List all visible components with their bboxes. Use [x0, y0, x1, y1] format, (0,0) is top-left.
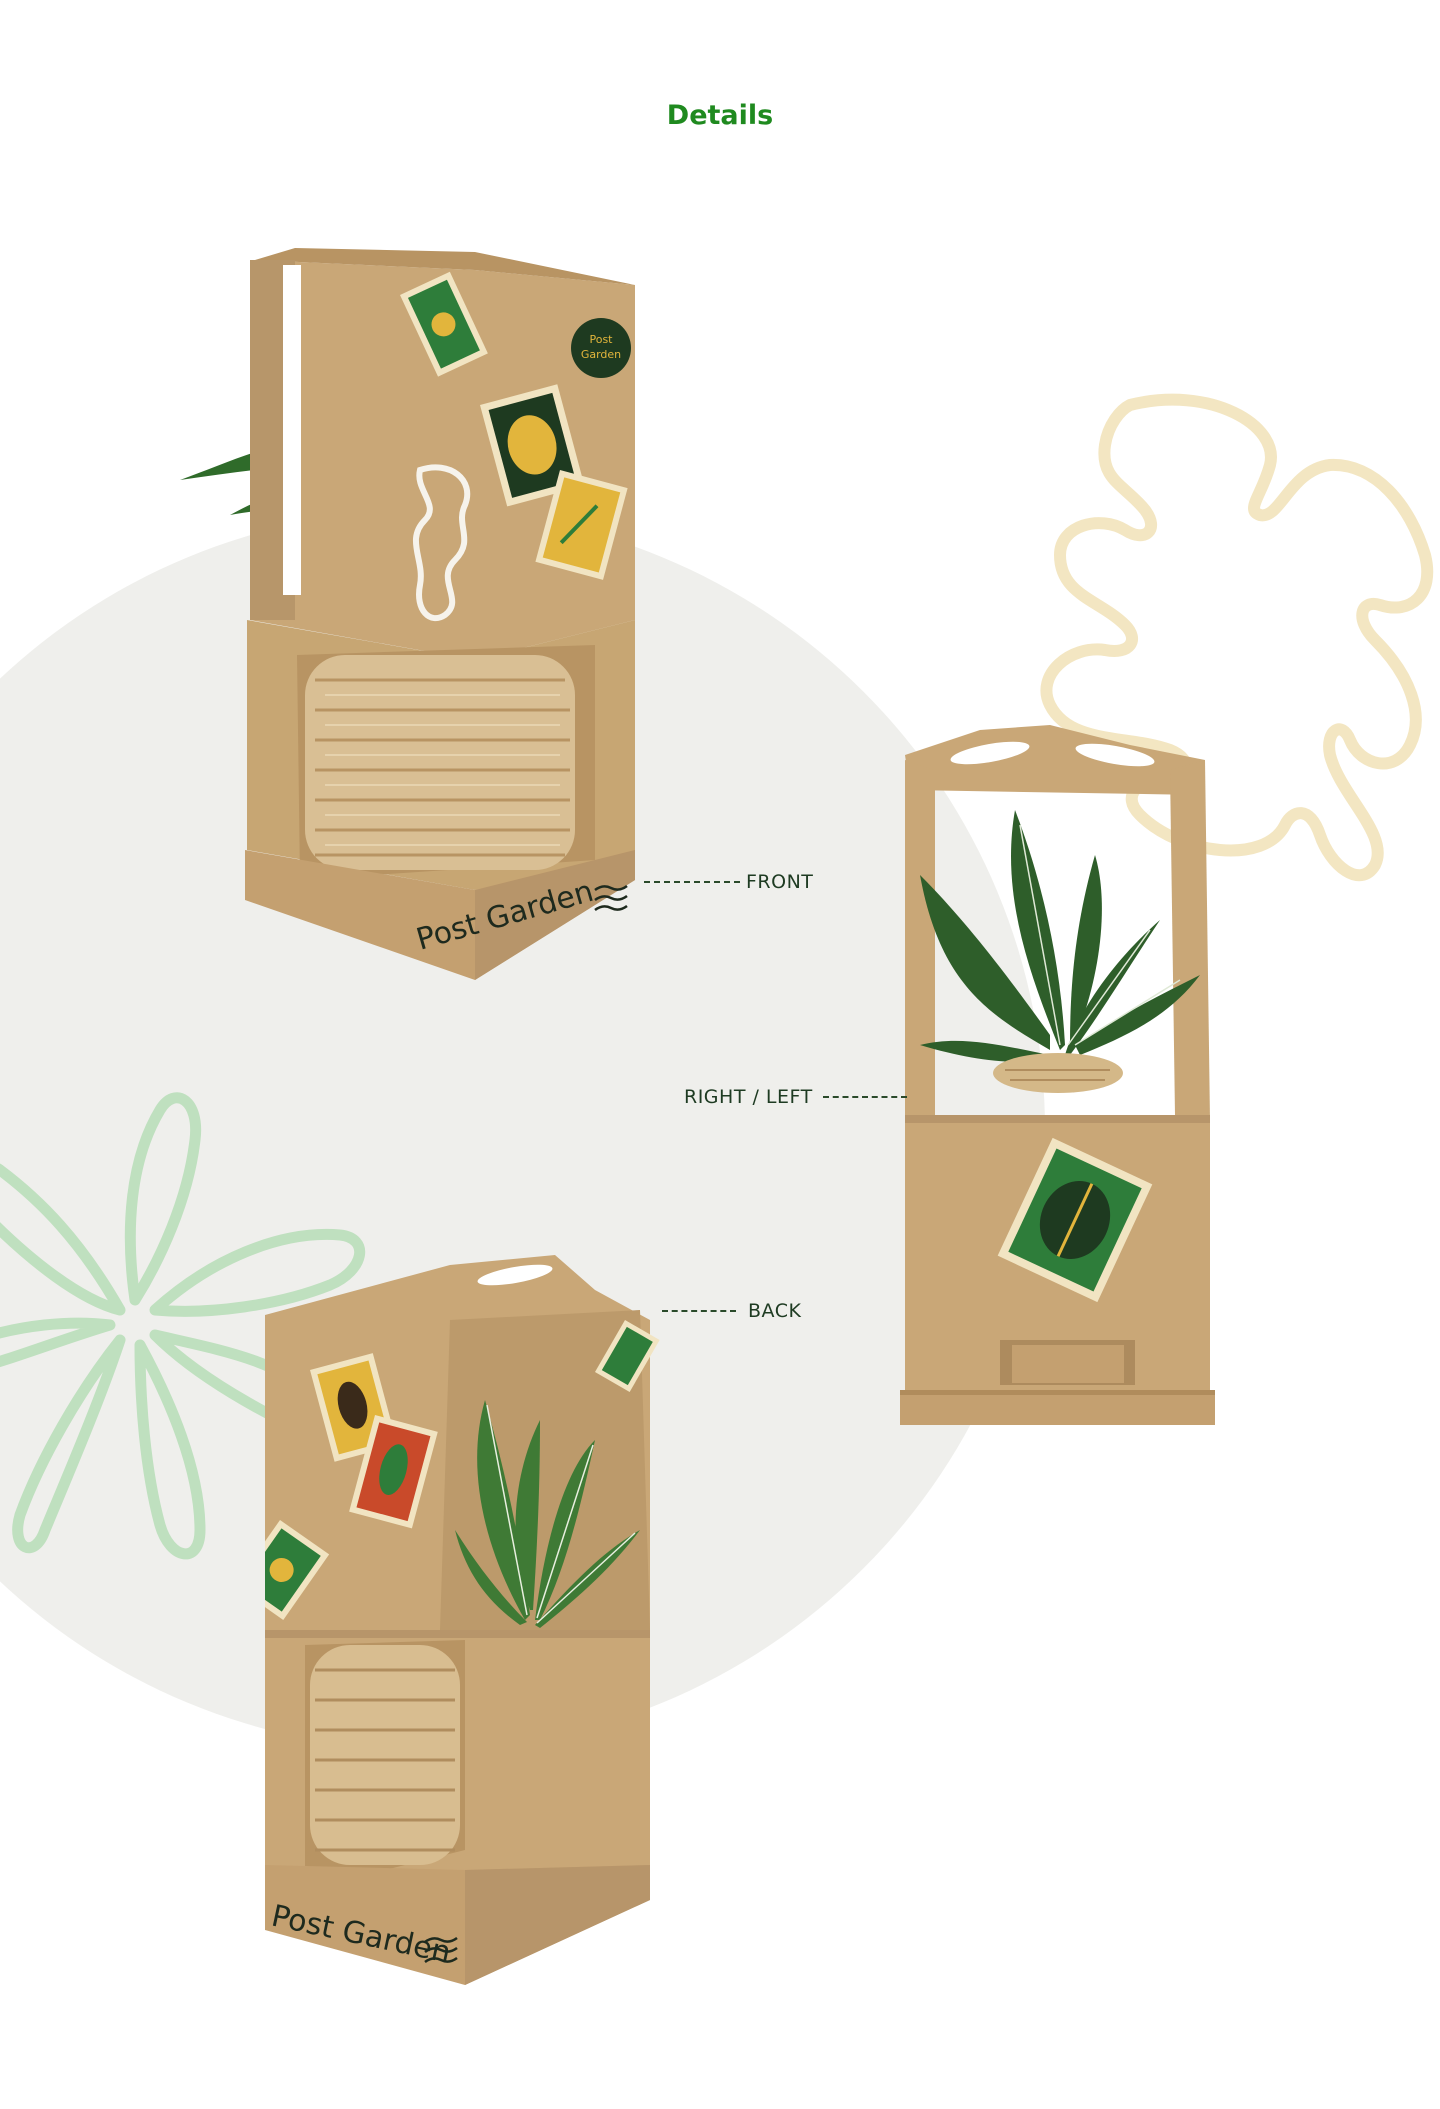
details-page: Details Post Garden Post Garden FRONT RI… [0, 0, 1440, 2109]
back-leader-line [662, 1310, 736, 1312]
side-label: RIGHT / LEFT [684, 1086, 813, 1108]
front-box-image: Post Garden Post Garden [180, 248, 635, 980]
front-leader-line [644, 881, 740, 883]
back-callout: BACK [662, 1300, 801, 1322]
front-callout: FRONT [644, 871, 813, 893]
side-box-image [900, 725, 1215, 1425]
back-label: BACK [748, 1300, 802, 1322]
badge-text-garden: Garden [581, 348, 621, 361]
side-leader-line [822, 1096, 907, 1098]
side-callout: RIGHT / LEFT [684, 1086, 907, 1108]
page-title: Details [666, 100, 774, 131]
front-label: FRONT [746, 871, 814, 893]
badge-text-post: Post [589, 333, 613, 346]
back-box-image: Post Garden [265, 1255, 660, 1985]
